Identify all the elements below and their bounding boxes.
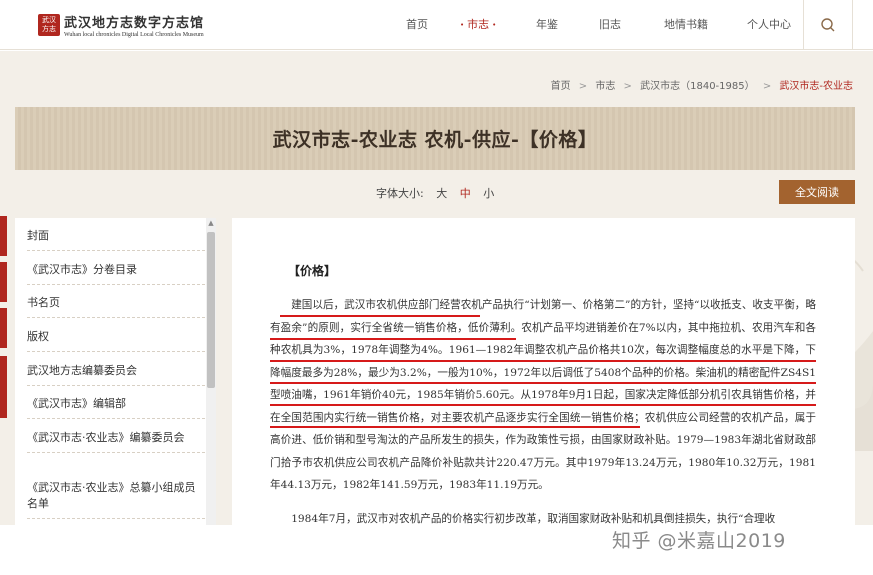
nav-active-dot: • [460, 21, 465, 29]
nav-active-dot: • [492, 21, 497, 29]
fulltext-read-button[interactable]: 全文阅读 [779, 180, 855, 204]
site-logo[interactable]: 武汉方志 武汉地方志数字方志馆 Wuhan local chronicles D… [38, 12, 204, 38]
toc-item[interactable]: 《武汉市志》编辑部 [27, 396, 205, 419]
article-paragraph: 1984年7月，武汉市对农机产品的价格实行初步改革，取消国家财政补贴和机具倒挂损… [291, 513, 776, 525]
highlight-underline [270, 338, 516, 340]
highlight-underline [270, 360, 816, 362]
breadcrumb-home[interactable]: 首页 [551, 81, 571, 92]
scrollbar-thumb[interactable] [207, 232, 215, 388]
nav-item-local-books[interactable]: 地情书籍 [664, 16, 708, 32]
breadcrumb: 首页 > 市志 > 武汉市志（1840-1985） > 武汉市志-农业志 [550, 81, 853, 92]
nav-item-yearbook[interactable]: 年鉴 [536, 16, 558, 32]
toc-item[interactable]: 书名页 [27, 295, 205, 318]
toc-item[interactable]: 封面 [27, 228, 205, 251]
font-size-selector: 字体大小: 大 中 小 [376, 185, 494, 201]
edge-tab[interactable] [0, 308, 7, 348]
edge-tab[interactable] [0, 356, 7, 418]
search-button[interactable] [803, 0, 853, 50]
site-header: 武汉方志 武汉地方志数字方志馆 Wuhan local chronicles D… [0, 0, 873, 50]
logo-name-en: Wuhan local chronicles Digital Local Chr… [64, 32, 204, 38]
font-size-label: 字体大小: [376, 187, 424, 200]
sidebar-scrollbar[interactable]: ▲ [206, 218, 216, 525]
toc-item[interactable]: 版权 [27, 329, 205, 352]
font-size-small[interactable]: 小 [483, 187, 494, 200]
nav-item-personal-center[interactable]: 个人中心 [747, 16, 791, 32]
toc-item[interactable]: 《武汉市志·农业志》编纂委员会 [27, 430, 205, 453]
zhihu-watermark: 知乎 @米嘉山2019 [612, 530, 786, 552]
search-icon [821, 18, 835, 32]
article-paragraph: 建国以后，武汉市农机供应部门经营农机产品执行“计划第一、价格第二”的方针，坚持“… [270, 299, 816, 491]
font-size-medium[interactable]: 中 [460, 187, 471, 200]
highlight-underline [270, 426, 640, 428]
toc-item[interactable]: 《武汉市志》分卷目录 [27, 262, 205, 285]
scroll-up-arrow-icon[interactable]: ▲ [206, 218, 216, 228]
nav-item-city-chronicle[interactable]: • 市志 • [457, 16, 499, 32]
highlight-underline [270, 404, 816, 406]
breadcrumb-wuhan-chronicle[interactable]: 武汉市志（1840-1985） [640, 81, 755, 92]
logo-name-cn: 武汉地方志数字方志馆 [64, 16, 205, 31]
highlight-underline [270, 382, 816, 384]
highlight-underline [280, 315, 480, 317]
article-content: 【价格】 建国以后，武汉市农机供应部门经营农机产品执行“计划第一、价格第二”的方… [232, 218, 855, 525]
toc-sidebar: 封面 《武汉市志》分卷目录 书名页 版权 武汉地方志编纂委员会 《武汉市志》编辑… [15, 218, 216, 525]
breadcrumb-city-chronicle[interactable]: 市志 [595, 81, 615, 92]
edge-tab[interactable] [0, 262, 7, 302]
title-banner: 武汉市志-农业志 农机-供应-【价格】 [15, 107, 855, 170]
section-heading: 【价格】 [288, 264, 337, 278]
page-title: 武汉市志-农业志 农机-供应-【价格】 [272, 129, 598, 151]
toc-item[interactable]: 武汉地方志编纂委员会 [27, 363, 205, 386]
edge-tab[interactable] [0, 216, 7, 256]
font-size-large[interactable]: 大 [436, 187, 447, 200]
nav-item-home[interactable]: 首页 [406, 16, 428, 32]
breadcrumb-current: 武汉市志-农业志 [779, 81, 853, 92]
logo-seal: 武汉方志 [38, 14, 60, 36]
nav-item-old-chronicle[interactable]: 旧志 [599, 16, 621, 32]
toc-item[interactable]: 《武汉市志·农业志》总纂小组成员名单 [27, 480, 205, 519]
